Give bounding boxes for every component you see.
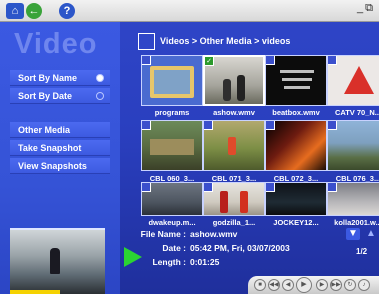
grid-label: CATV 70_N... bbox=[334, 108, 379, 117]
grid-item-dwakeup[interactable] bbox=[141, 182, 203, 216]
view-snapshots-button[interactable]: View Snapshots bbox=[10, 158, 110, 174]
grid-label: godzilla_1... bbox=[212, 218, 256, 227]
video-preview[interactable] bbox=[10, 228, 105, 294]
grid-item-kolla[interactable] bbox=[327, 182, 379, 216]
home-icon[interactable]: ⌂ bbox=[6, 3, 24, 19]
sort-by-date-button[interactable]: Sort By Date bbox=[10, 88, 110, 104]
grid-item-godzilla[interactable] bbox=[203, 182, 265, 216]
breadcrumb: Videos > Other Media > videos bbox=[160, 36, 291, 46]
forward-icon[interactable]: ▶ bbox=[316, 279, 328, 291]
thumbnail-scene bbox=[150, 139, 194, 155]
window-controls[interactable]: _⧉ bbox=[357, 2, 375, 15]
radio-unselected-icon[interactable] bbox=[96, 92, 104, 100]
thumbnail-figure bbox=[228, 137, 236, 155]
rewind-icon[interactable]: ◀ bbox=[282, 279, 294, 291]
title-bar: ⌂ ← ? _⧉ bbox=[0, 0, 379, 22]
play-pause-icon[interactable]: ▶ bbox=[296, 277, 312, 293]
checkbox-icon[interactable] bbox=[328, 121, 337, 130]
date-value: 05:42 PM, Fri, 03/07/2003 bbox=[190, 243, 290, 253]
radio-selected-icon[interactable] bbox=[96, 74, 104, 82]
previous-icon[interactable]: ◀◀ bbox=[268, 279, 280, 291]
page-down-icon[interactable]: ▼ bbox=[346, 228, 360, 240]
other-media-label: Other Media bbox=[18, 125, 71, 135]
grid-label: JOCKEY12... bbox=[273, 218, 319, 227]
thumbnail-figure bbox=[223, 79, 231, 101]
grid-item-cbl076[interactable] bbox=[327, 120, 379, 171]
minimize-button[interactable]: _ bbox=[357, 2, 365, 14]
grid-item-cbl060[interactable] bbox=[141, 120, 203, 171]
date-label: Date : bbox=[162, 243, 186, 253]
checkbox-icon[interactable] bbox=[204, 121, 213, 130]
checkbox-icon[interactable] bbox=[328, 56, 337, 65]
transport-controls: ■ ◀◀ ◀ ▶ ▶ ▶▶ ↻ ♪ bbox=[248, 276, 379, 294]
grid-label: beatbox.wmv bbox=[272, 108, 320, 117]
thumbnail-figure bbox=[237, 75, 245, 101]
thumbnail-text-line bbox=[282, 78, 312, 81]
grid-label: dwakeup.m... bbox=[148, 218, 196, 227]
take-snapshot-label: Take Snapshot bbox=[18, 143, 82, 153]
folder-thumbnail bbox=[154, 70, 190, 94]
checkbox-icon[interactable] bbox=[142, 56, 151, 65]
checkbox-icon[interactable] bbox=[142, 183, 151, 192]
grid-item-jockey[interactable] bbox=[265, 182, 327, 216]
grid-label: kolla2001.w... bbox=[334, 218, 379, 227]
date-row: Date : 05:42 PM, Fri, 03/07/2003 bbox=[120, 243, 290, 253]
checkbox-icon[interactable] bbox=[204, 183, 213, 192]
file-name-row: File Name : ashow.wmv bbox=[120, 229, 238, 239]
file-name-label: File Name : bbox=[140, 229, 186, 239]
repeat-icon[interactable]: ↻ bbox=[344, 279, 356, 291]
checkbox-icon[interactable] bbox=[142, 121, 151, 130]
view-snapshots-label: View Snapshots bbox=[18, 161, 87, 171]
take-snapshot-button[interactable]: Take Snapshot bbox=[10, 140, 110, 156]
grid-item-beatbox[interactable] bbox=[265, 55, 327, 106]
thumbnail-text-line bbox=[284, 86, 310, 89]
length-value: 0:01:25 bbox=[190, 257, 220, 267]
length-row: Length : 0:01:25 bbox=[120, 257, 219, 267]
grid-label: ashow.wmv bbox=[213, 108, 255, 117]
grid-item-cbl071[interactable] bbox=[203, 120, 265, 171]
back-arrow-icon[interactable]: ← bbox=[26, 3, 42, 19]
thumbnail-shape bbox=[344, 66, 374, 94]
thumbnail-figure bbox=[240, 191, 248, 213]
other-media-button[interactable]: Other Media bbox=[10, 122, 110, 138]
help-icon[interactable]: ? bbox=[59, 3, 75, 19]
grid-label: programs bbox=[154, 108, 190, 117]
checked-icon[interactable]: ✓ bbox=[205, 57, 214, 66]
grid-item-catv[interactable] bbox=[327, 55, 379, 106]
grid-item-programs[interactable] bbox=[141, 55, 203, 106]
sort-by-date-label: Sort By Date bbox=[18, 91, 73, 101]
length-label: Length : bbox=[152, 257, 186, 267]
volume-icon[interactable]: ♪ bbox=[358, 279, 370, 291]
sort-by-name-button[interactable]: Sort By Name bbox=[10, 70, 110, 86]
thumbnail-text-line bbox=[280, 70, 314, 73]
next-icon[interactable]: ▶▶ bbox=[330, 279, 342, 291]
preview-figure bbox=[50, 248, 60, 274]
restore-button[interactable]: ⧉ bbox=[365, 2, 375, 14]
sort-by-name-label: Sort By Name bbox=[18, 73, 78, 83]
stop-icon[interactable]: ■ bbox=[254, 279, 266, 291]
checkbox-icon[interactable] bbox=[328, 183, 337, 192]
checkbox-icon[interactable] bbox=[266, 121, 275, 130]
page-title: Video bbox=[14, 28, 98, 60]
playback-progress-bar bbox=[10, 290, 60, 294]
grid-item-ashow[interactable]: ✓ bbox=[203, 55, 265, 106]
grid-item-cbl072[interactable] bbox=[265, 120, 327, 171]
thumbnail-figure bbox=[220, 191, 228, 213]
page-up-icon[interactable]: ▲ bbox=[364, 228, 378, 240]
checkbox-icon[interactable] bbox=[266, 56, 275, 65]
folder-up-icon[interactable] bbox=[138, 33, 155, 50]
page-indicator: 1/2 bbox=[356, 247, 368, 256]
sidebar: Video Sort By Name Sort By Date Other Me… bbox=[0, 22, 120, 294]
checkbox-icon[interactable] bbox=[266, 183, 275, 192]
file-name-value: ashow.wmv bbox=[190, 229, 238, 239]
